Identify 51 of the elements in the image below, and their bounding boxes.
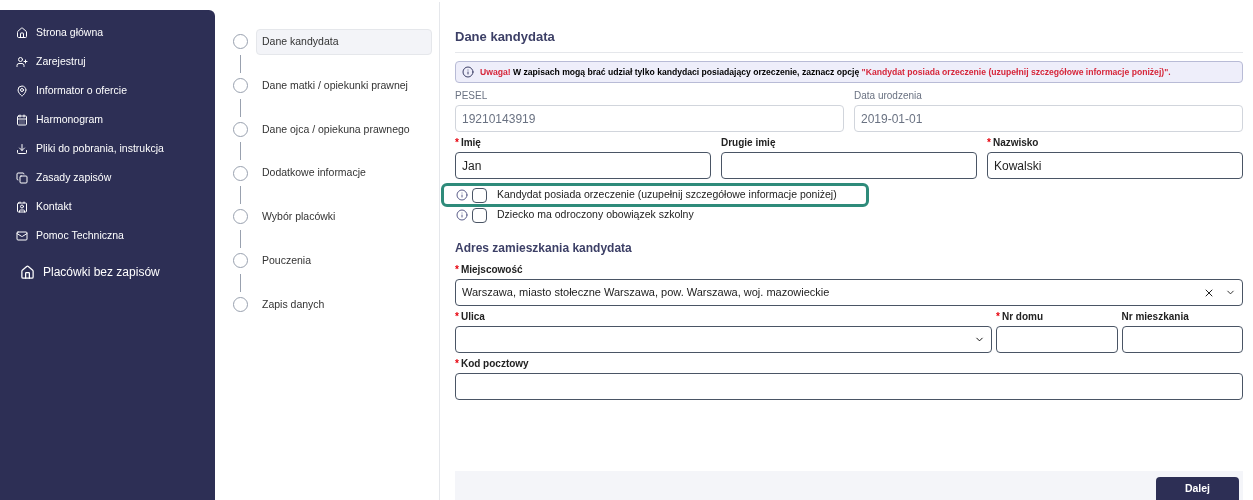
next-button[interactable]: Dalej bbox=[1156, 477, 1239, 500]
sidebar-item[interactable]: Placówki bez zapisów bbox=[16, 254, 215, 290]
input-field[interactable] bbox=[455, 373, 1243, 400]
sidebar-item[interactable]: Strona główna bbox=[16, 18, 215, 47]
field-label: * Kod pocztowy bbox=[455, 357, 530, 371]
required-mark: * bbox=[455, 136, 459, 150]
sidebar-item[interactable]: Zarejestruj bbox=[16, 47, 215, 76]
required-mark: * bbox=[455, 263, 459, 277]
step-item[interactable]: Pouczenia bbox=[256, 247, 318, 274]
field-label: * Miejscowość bbox=[455, 263, 524, 277]
field-label: * Imię bbox=[455, 136, 482, 150]
checkbox-label: Kandydat posiada orzeczenie (uzupełnij szczegółowe informacje poniżej) bbox=[497, 187, 837, 203]
step-item[interactable]: Dane ojca / opiekuna prawnego bbox=[256, 116, 416, 143]
checkbox[interactable] bbox=[472, 207, 487, 223]
field-label: Data urodzenia bbox=[854, 89, 923, 103]
page-title: Dane kandydata bbox=[455, 29, 555, 44]
input-field[interactable] bbox=[1121, 326, 1243, 353]
info-icon bbox=[462, 66, 474, 78]
sidebar-item[interactable]: Kontakt bbox=[16, 192, 215, 221]
sidebar-item[interactable]: Informator o ofercie bbox=[16, 76, 215, 105]
checkbox-label: Dziecko ma odroczony obowiązek szkolny bbox=[497, 207, 694, 223]
street-select[interactable] bbox=[455, 326, 992, 353]
field-label: * Ulica bbox=[455, 310, 486, 324]
step-item[interactable]: Dane matki / opiekunki prawnej bbox=[256, 72, 414, 99]
required-mark: * bbox=[455, 357, 459, 371]
field-label: * Nr domu bbox=[996, 310, 1044, 324]
checkbox[interactable] bbox=[472, 187, 487, 203]
sidebar-item[interactable]: Pomoc Techniczna bbox=[16, 221, 215, 250]
info-icon bbox=[456, 209, 468, 221]
required-mark: * bbox=[987, 136, 991, 150]
alert-text: Uwaga! W zapisach mogą brać udział tylko kandydaci posiadający orzeczenie, zaznacz opcję "Kandydat posiada orzeczenie (uzupełnij szczegółowe informacje poniżej)". bbox=[480, 65, 1171, 79]
step-item[interactable]: Dane kandydata bbox=[256, 29, 432, 55]
sidebar-item[interactable]: Harmonogram bbox=[16, 105, 215, 134]
info-icon bbox=[456, 189, 468, 201]
step-item[interactable]: Zapis danych bbox=[256, 291, 331, 318]
field-label: * Nazwisko bbox=[987, 136, 1040, 150]
input-field[interactable] bbox=[996, 326, 1118, 353]
sidebar-item[interactable]: Zasady zapisów bbox=[16, 163, 215, 192]
step-item[interactable]: Dodatkowe informacje bbox=[256, 160, 372, 186]
field-label: Drugie imię bbox=[721, 136, 777, 150]
required-mark: * bbox=[455, 310, 459, 324]
input-field[interactable] bbox=[721, 152, 977, 179]
section-title: Adres zamieszkania kandydata bbox=[455, 240, 633, 257]
field-label: PESEL bbox=[455, 89, 489, 103]
sidebar-item[interactable]: Pliki do pobrania, instrukcja bbox=[16, 134, 215, 163]
required-mark: * bbox=[996, 310, 1000, 324]
city-select[interactable]: Warszawa, miasto stołeczne Warszawa, pow. Warszawa, woj. mazowieckie bbox=[455, 279, 1243, 306]
step-item[interactable]: Wybór placówki bbox=[256, 204, 342, 230]
field-label: Nr mieszkania bbox=[1121, 310, 1190, 324]
input-field[interactable]: Kowalski bbox=[987, 152, 1243, 179]
input-field[interactable]: Jan bbox=[455, 152, 711, 179]
